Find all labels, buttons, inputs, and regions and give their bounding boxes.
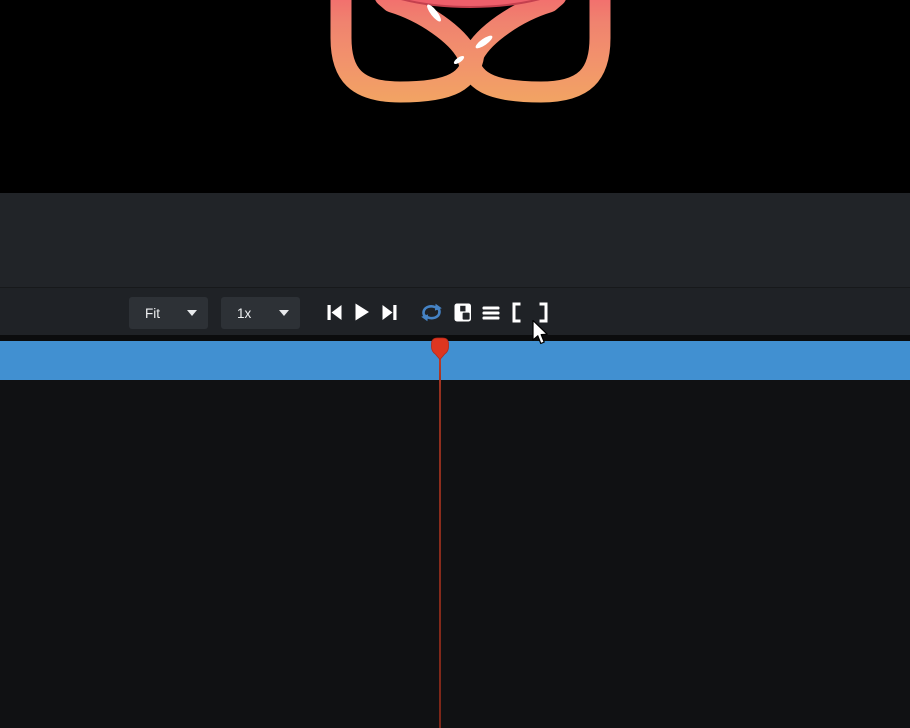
zoom-select-value: Fit <box>145 306 160 321</box>
menu-icon <box>482 306 500 320</box>
animation-stage <box>0 0 910 193</box>
skip-to-end-button[interactable] <box>382 304 397 321</box>
background-toggle-button[interactable] <box>454 303 472 322</box>
pretzel-animation <box>0 0 910 193</box>
playhead-line <box>439 356 441 728</box>
checkerboard-icon <box>454 303 472 322</box>
loop-button[interactable] <box>420 303 443 322</box>
speed-select[interactable]: 1x <box>221 297 300 329</box>
playhead-marker[interactable] <box>430 337 450 361</box>
skip-to-start-button[interactable] <box>327 304 342 321</box>
bracket-right-icon <box>538 302 550 323</box>
menu-button[interactable] <box>482 306 500 320</box>
playhead-marker-icon <box>430 337 450 361</box>
out-point-button[interactable] <box>538 302 550 323</box>
timeline-track[interactable] <box>0 341 910 380</box>
skip-to-end-icon <box>382 304 397 321</box>
speed-select-value: 1x <box>237 306 251 321</box>
chevron-down-icon <box>279 310 289 316</box>
workspace-panel <box>0 380 910 728</box>
player-window: Fit 1x <box>0 0 910 728</box>
play-icon <box>354 303 370 321</box>
playback-toolbar: Fit 1x <box>0 287 910 335</box>
chevron-down-icon <box>187 310 197 316</box>
play-button[interactable] <box>354 303 370 321</box>
skip-to-start-icon <box>327 304 342 321</box>
zoom-select[interactable]: Fit <box>129 297 208 329</box>
in-point-button[interactable] <box>510 302 522 323</box>
preview-panel <box>0 193 910 287</box>
loop-icon <box>420 303 443 322</box>
bracket-left-icon <box>510 302 522 323</box>
